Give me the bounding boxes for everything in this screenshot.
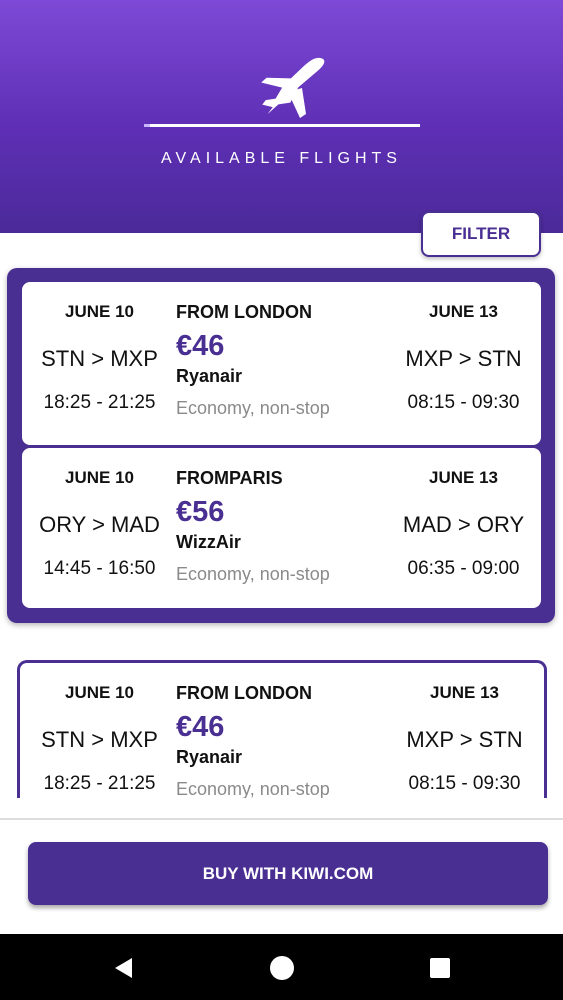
divider: [0, 818, 563, 820]
outbound-column: JUNE 10 STN > MXP 18:25 - 21:25: [22, 663, 177, 797]
outbound-route: STN > MXP: [41, 727, 158, 752]
outbound-route: STN > MXP: [41, 346, 158, 371]
header-banner: AVAILABLE FLIGHTS: [0, 0, 563, 233]
return-route: MXP > STN: [405, 346, 522, 371]
flight-details: FROMPARIS €56 WizzAir Economy, non-stop: [176, 448, 396, 588]
back-icon[interactable]: [112, 956, 136, 980]
header-divider-accent: [144, 124, 150, 127]
origin-city: FROM LONDON: [176, 683, 312, 703]
outbound-time: 18:25 - 21:25: [43, 392, 156, 413]
flight-group: JUNE 10 STN > MXP 18:25 - 21:25 FROM LON…: [7, 268, 555, 623]
origin-city: FROM LONDON: [176, 302, 312, 322]
return-column: JUNE 13 MXP > STN 08:15 - 09:30: [387, 663, 542, 797]
airplane-icon: [261, 57, 325, 118]
flight-card[interactable]: JUNE 10 STN > MXP 18:25 - 21:25 FROM LON…: [22, 663, 542, 820]
price: €46: [176, 711, 225, 743]
flight-card[interactable]: JUNE 10 STN > MXP 18:25 - 21:25 FROM LON…: [22, 282, 541, 445]
return-time: 08:15 - 09:30: [407, 392, 520, 413]
outbound-date: JUNE 10: [65, 683, 134, 702]
outbound-date: JUNE 10: [65, 468, 134, 487]
filter-button[interactable]: FILTER: [421, 211, 541, 257]
flight-card[interactable]: JUNE 10 ORY > MAD 14:45 - 16:50 FROMPARI…: [22, 448, 541, 608]
home-icon[interactable]: [270, 956, 294, 980]
fare-class: Economy, non-stop: [176, 398, 330, 418]
airline: Ryanair: [176, 366, 243, 386]
outbound-time: 18:25 - 21:25: [43, 773, 156, 794]
outbound-time: 14:45 - 16:50: [43, 558, 156, 579]
page-title: AVAILABLE FLIGHTS: [161, 150, 402, 167]
flight-details: FROM LONDON €46 Ryanair Economy, non-sto…: [176, 663, 396, 803]
return-route: MXP > STN: [406, 727, 523, 752]
return-route: MAD > ORY: [402, 512, 525, 537]
origin-city: FROMPARIS: [176, 468, 283, 488]
airline: Ryanair: [176, 747, 243, 767]
header-divider: [144, 124, 420, 127]
system-nav-bar: [0, 934, 563, 1000]
outbound-date: JUNE 10: [65, 302, 134, 321]
price: €46: [176, 330, 225, 362]
return-time: 06:35 - 09:00: [407, 558, 520, 579]
outbound-route: ORY > MAD: [39, 512, 160, 537]
outbound-column: JUNE 10 ORY > MAD 14:45 - 16:50: [22, 448, 177, 582]
recents-icon[interactable]: [430, 958, 450, 978]
flight-group: JUNE 10 STN > MXP 18:25 - 21:25 FROM LON…: [17, 660, 547, 820]
return-date: JUNE 13: [430, 683, 499, 702]
flight-details: FROM LONDON €46 Ryanair Economy, non-sto…: [176, 282, 396, 422]
buy-button[interactable]: BUY WITH KIWI.COM: [28, 842, 548, 905]
return-column: JUNE 13 MAD > ORY 06:35 - 09:00: [386, 448, 541, 582]
airline: WizzAir: [176, 532, 241, 552]
outbound-column: JUNE 10 STN > MXP 18:25 - 21:25: [22, 282, 177, 416]
fare-class: Economy, non-stop: [176, 564, 330, 584]
return-date: JUNE 13: [429, 468, 498, 487]
price: €56: [176, 496, 225, 528]
return-date: JUNE 13: [429, 302, 498, 321]
return-column: JUNE 13 MXP > STN 08:15 - 09:30: [386, 282, 541, 416]
return-time: 08:15 - 09:30: [408, 773, 521, 794]
